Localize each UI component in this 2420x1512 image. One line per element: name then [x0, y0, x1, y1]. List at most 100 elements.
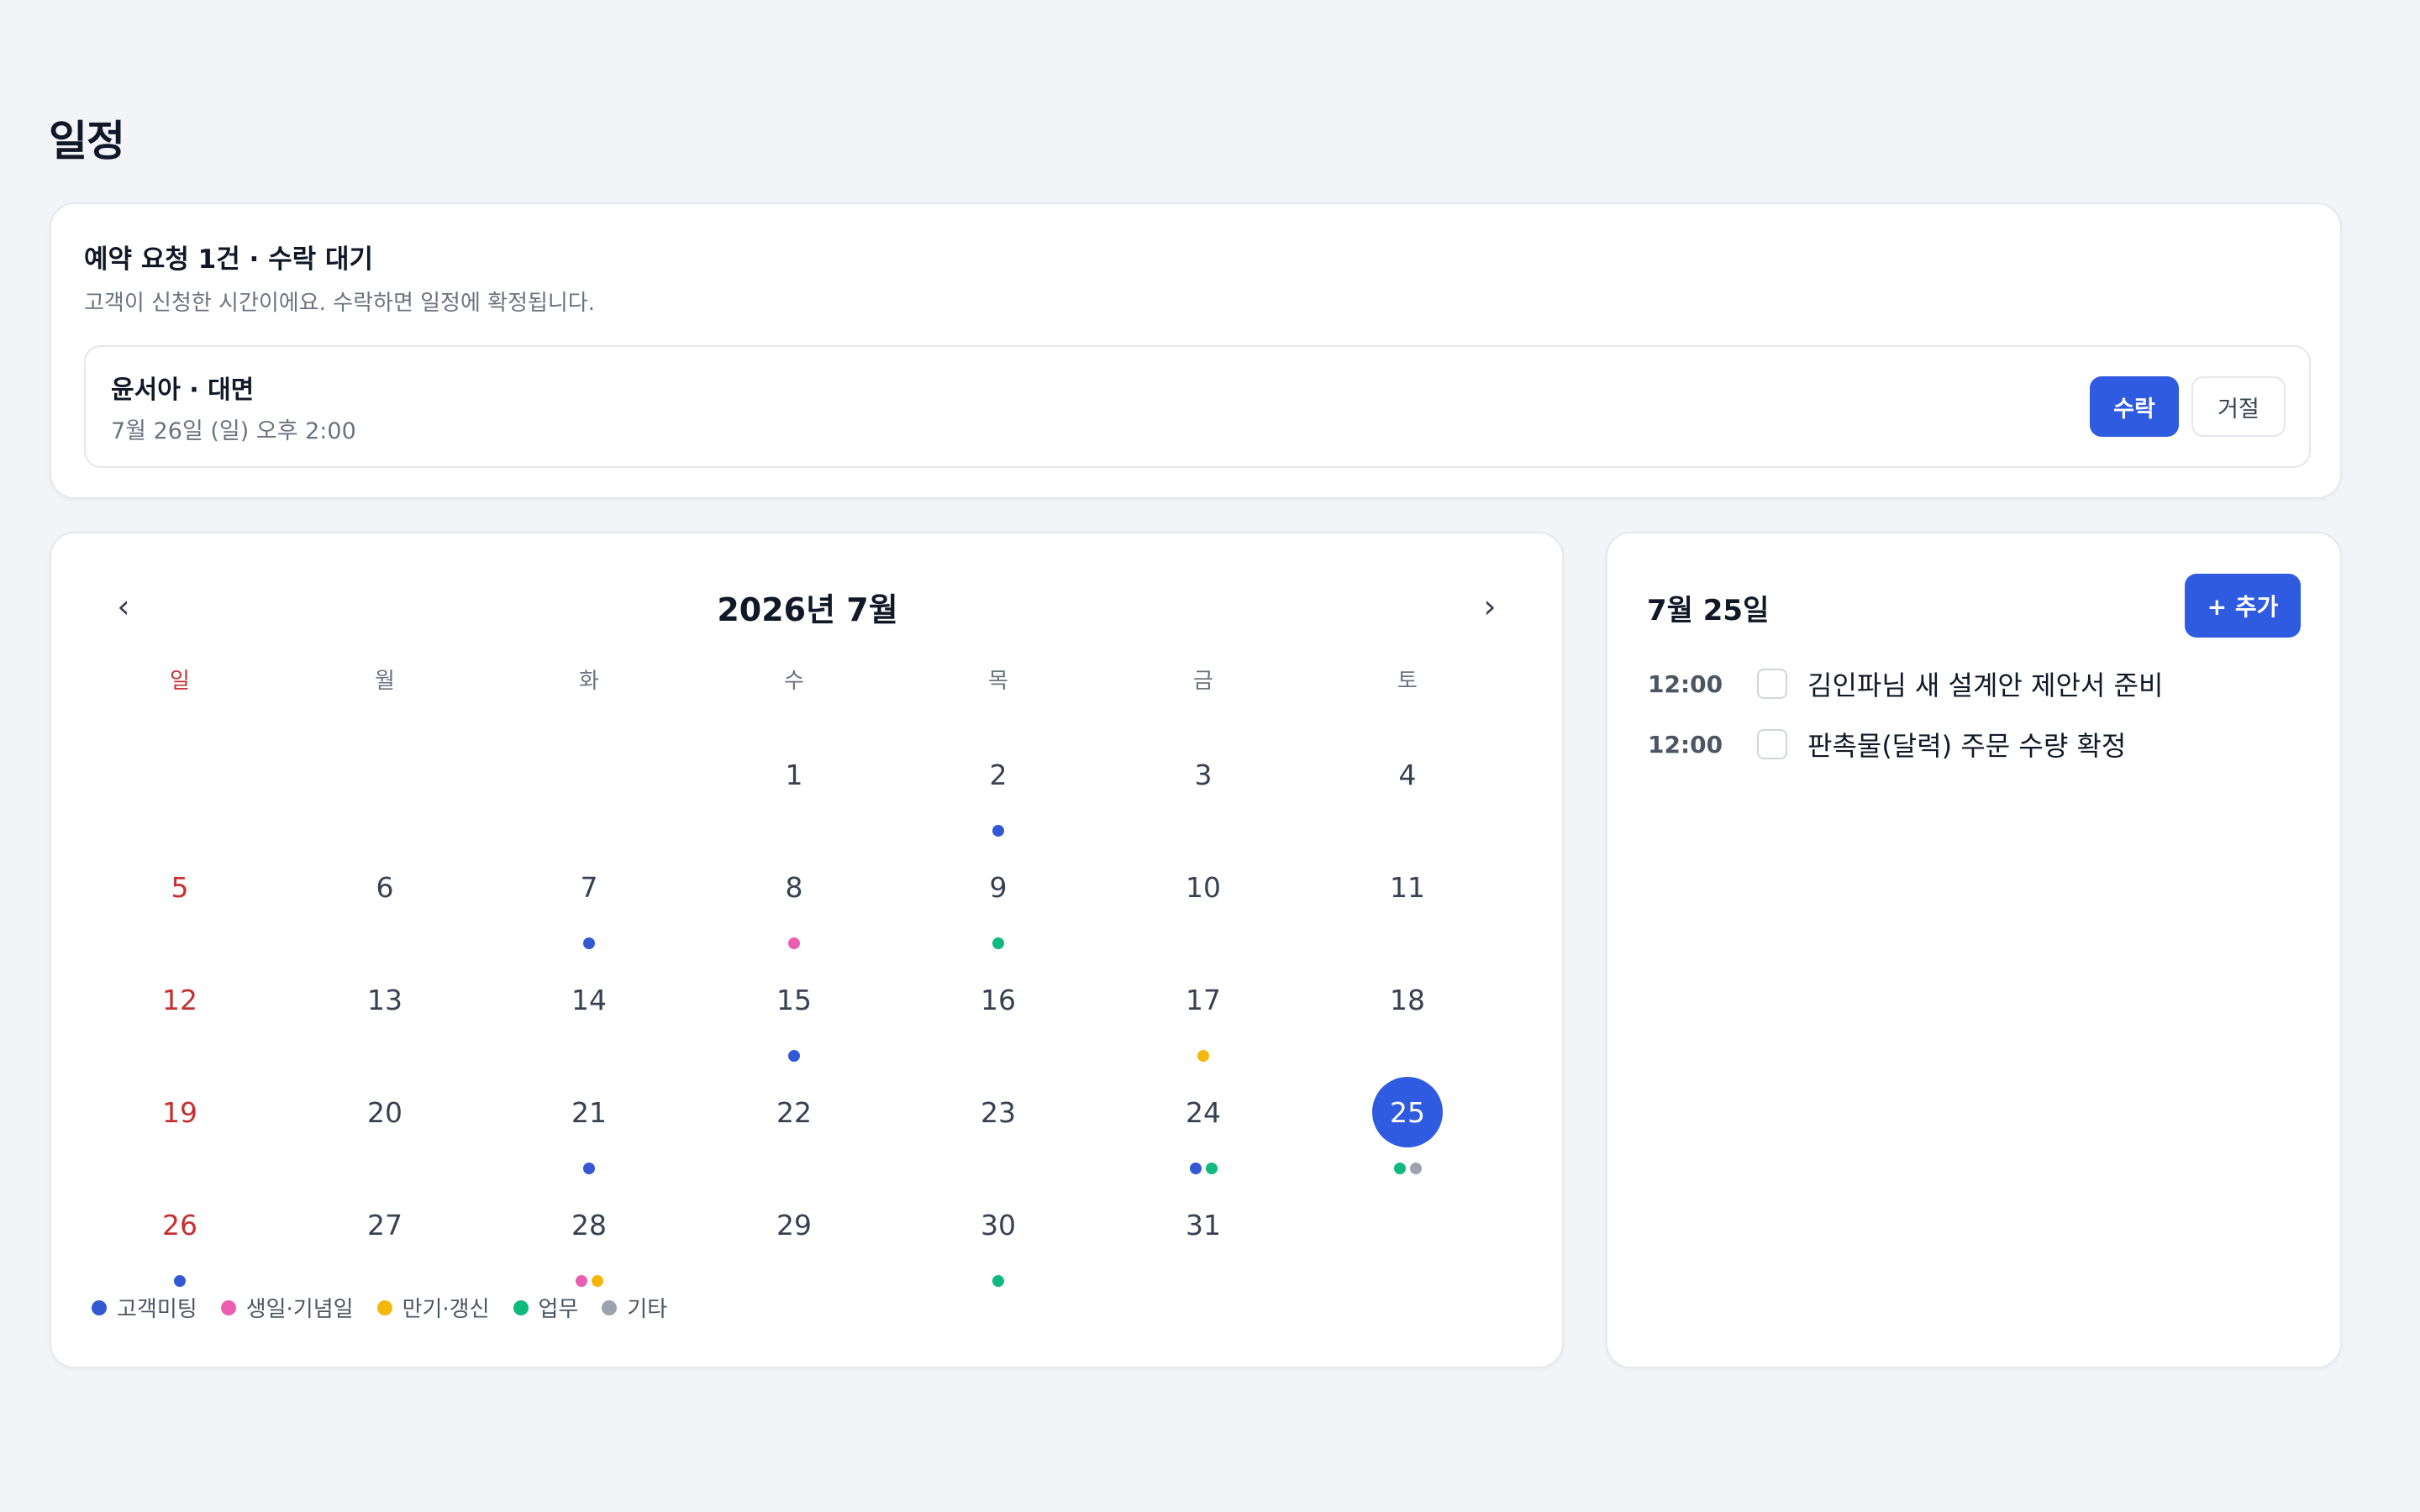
weekday-header: 화: [579, 669, 599, 694]
day-number: 14: [571, 983, 607, 1016]
day-number: 24: [1186, 1095, 1221, 1129]
calendar-day[interactable]: 15: [744, 964, 844, 1065]
event-dots: [948, 1275, 1049, 1287]
day-number: 23: [981, 1095, 1016, 1129]
legend-dot: [602, 1299, 618, 1315]
calendar-day[interactable]: 12: [129, 964, 230, 1065]
calendar-day[interactable]: 29: [744, 1189, 844, 1290]
event-dot-meeting: [788, 1050, 800, 1062]
event-dots: [539, 937, 639, 949]
calendar-day[interactable]: 8: [744, 852, 844, 953]
weekday-header: 일: [170, 669, 190, 694]
calendar-day[interactable]: 30: [948, 1189, 1049, 1290]
calendar-day[interactable]: 31: [1153, 1189, 1254, 1290]
event-dots: [1153, 1163, 1254, 1174]
task-item: 12:00 판촉물(달력) 주문 수량 확정: [1648, 723, 2303, 765]
calendar-day[interactable]: 19: [129, 1077, 230, 1178]
weekday-header: 목: [988, 669, 1008, 694]
legend-dot: [220, 1299, 236, 1315]
event-dots: [539, 1163, 639, 1174]
weekday-header: 금: [1193, 669, 1213, 694]
request-client-name: 윤서아 · 대면: [111, 375, 255, 405]
calendar-day[interactable]: 7: [539, 852, 639, 953]
event-dot-meeting: [174, 1275, 186, 1287]
event-dot-meeting: [583, 1163, 595, 1174]
day-number: 6: [376, 870, 394, 904]
day-number: 8: [785, 870, 803, 904]
event-dot-meeting: [583, 937, 595, 949]
day-number: 11: [1390, 870, 1425, 904]
day-number: 18: [1390, 983, 1425, 1016]
calendar-day[interactable]: 28: [539, 1189, 639, 1290]
legend-dot: [376, 1299, 392, 1315]
event-dots: [1357, 1163, 1458, 1174]
calendar-card: ‹ 2026년 7월 › 일 월 화 수 목 금 토 1 2 3 4 5 6 7 8 9 10 11 12 13 14 1…: [50, 532, 1564, 1368]
day-number: 17: [1186, 983, 1221, 1016]
event-dot-birthday: [788, 937, 800, 949]
event-dots: [948, 937, 1049, 949]
calendar-day[interactable]: 4: [1357, 739, 1458, 840]
calendar-day[interactable]: 2: [948, 739, 1049, 840]
next-month-button[interactable]: ›: [1465, 581, 1515, 632]
reject-button[interactable]: 거절: [2191, 376, 2286, 437]
calendar-day[interactable]: 22: [744, 1077, 844, 1178]
event-dot-work: [1393, 1163, 1406, 1174]
task-time: 12:00: [1648, 669, 1723, 698]
event-dot-meeting: [1189, 1163, 1202, 1174]
calendar-day[interactable]: 26: [129, 1189, 230, 1290]
weekday-header: 수: [784, 669, 804, 694]
month-label: 2026년 7월: [717, 591, 898, 628]
event-dot-work: [992, 937, 1004, 949]
prev-month-button[interactable]: ‹: [98, 581, 149, 632]
day-number: 20: [367, 1095, 402, 1129]
calendar-day[interactable]: 18: [1357, 964, 1458, 1065]
legend-item-other: 기타: [602, 1292, 667, 1323]
calendar-day[interactable]: 10: [1153, 852, 1254, 953]
task-checkbox[interactable]: [1757, 669, 1787, 699]
calendar-day[interactable]: 23: [948, 1077, 1049, 1178]
day-number: 28: [571, 1208, 607, 1242]
task-item: 12:00 김인파님 새 설계안 제안서 준비: [1648, 663, 2303, 705]
calendar-day[interactable]: 20: [334, 1077, 435, 1178]
calendar-day[interactable]: 5: [129, 852, 230, 953]
event-legend: 고객미팅 생일·기념일 만기·갱신 업무 기타: [92, 1292, 691, 1323]
event-dot-renewal: [1197, 1050, 1209, 1062]
calendar-day[interactable]: 1: [744, 739, 844, 840]
event-dots: [129, 1275, 230, 1287]
legend-label: 고객미팅: [117, 1297, 197, 1322]
day-number: 5: [171, 870, 189, 904]
event-dot-renewal: [591, 1275, 603, 1287]
task-title: 김인파님 새 설계안 제안서 준비: [1807, 669, 2164, 701]
legend-label: 기타: [627, 1297, 668, 1322]
calendar-day[interactable]: 17: [1153, 964, 1254, 1065]
calendar-day[interactable]: 25: [1357, 1077, 1458, 1178]
calendar-day[interactable]: 13: [334, 964, 435, 1065]
event-dots: [744, 937, 844, 949]
accept-button[interactable]: 수락: [2090, 376, 2179, 437]
calendar-day[interactable]: 27: [334, 1189, 435, 1290]
calendar-day[interactable]: 9: [948, 852, 1049, 953]
day-number: 3: [1194, 758, 1213, 791]
day-number: 25: [1372, 1077, 1443, 1147]
day-number: 19: [162, 1095, 197, 1129]
legend-item-renewal: 만기·갱신: [376, 1292, 490, 1323]
task-checkbox[interactable]: [1757, 729, 1787, 759]
calendar-day[interactable]: 24: [1153, 1077, 1254, 1178]
calendar-day[interactable]: 21: [539, 1077, 639, 1178]
event-dot-birthday: [575, 1275, 587, 1287]
day-number: 2: [989, 758, 1007, 791]
event-dot-work: [1205, 1163, 1218, 1174]
add-event-button[interactable]: + 추가: [2185, 574, 2301, 638]
calendar-day[interactable]: 16: [948, 964, 1049, 1065]
day-number: 1: [785, 758, 803, 791]
event-dots: [1153, 1050, 1254, 1062]
calendar-day[interactable]: 14: [539, 964, 639, 1065]
day-number: 27: [367, 1208, 402, 1242]
calendar-day[interactable]: 3: [1153, 739, 1254, 840]
weekday-header: 토: [1397, 669, 1418, 694]
calendar-day[interactable]: 6: [334, 852, 435, 953]
legend-dot: [513, 1299, 529, 1315]
event-dots: [744, 1050, 844, 1062]
calendar-day[interactable]: 11: [1357, 852, 1458, 953]
event-dot-meeting: [992, 825, 1004, 837]
